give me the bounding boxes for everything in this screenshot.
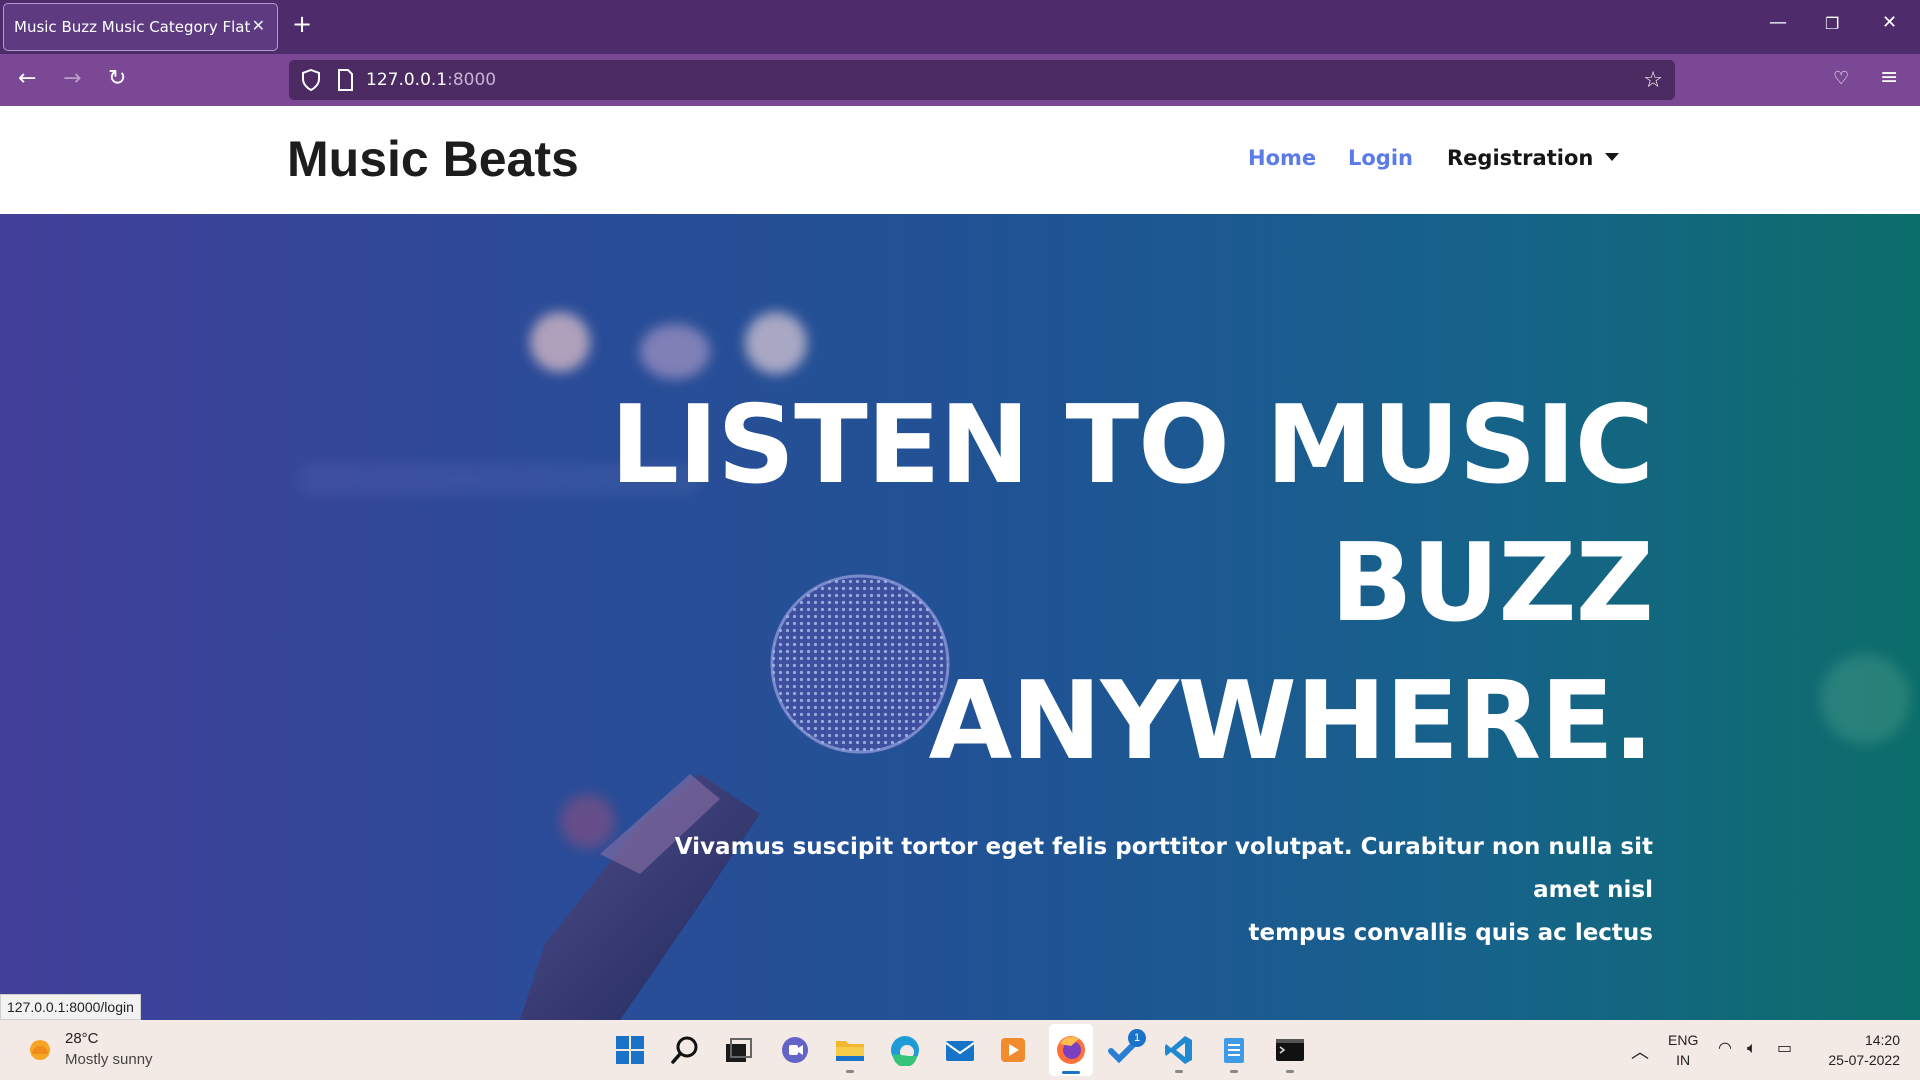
status-link-preview: 127.0.0.1:8000/login [0,994,141,1020]
close-window-icon[interactable]: ✕ [1882,12,1897,33]
edge-icon[interactable] [889,1034,921,1066]
show-hidden-icons-chevron-icon[interactable]: ︿ [1631,1038,1649,1064]
language-region: IN [1676,1052,1691,1068]
running-indicator [846,1070,854,1073]
clock-time: 14:20 [1864,1032,1900,1048]
search-icon[interactable] [670,1034,702,1066]
browser-nav-bar: ← → ↻ 127.0.0.1:8000 ☆ ♡ ≡ [0,54,1920,106]
clock[interactable]: 14:20 25-07-2022 [1810,1030,1900,1070]
mail-icon[interactable] [944,1034,976,1066]
hero-title-line: BUZZ [1330,521,1654,646]
running-indicator [1286,1070,1294,1073]
page-icon [338,69,353,91]
forward-arrow-icon[interactable]: → [63,66,81,92]
sunny-weather-icon[interactable] [26,1036,54,1064]
battery-icon[interactable]: ▭ [1777,1038,1792,1057]
weather-temperature[interactable]: 28°C [65,1030,99,1047]
shield-icon[interactable] [301,69,321,91]
bookmark-star-icon[interactable]: ☆ [1643,68,1663,93]
language-indicator[interactable]: ENG IN [1668,1030,1698,1070]
minimize-window-icon[interactable]: — [1769,12,1787,33]
active-indicator [1062,1071,1080,1074]
hero-title-line: ANYWHERE. [928,659,1654,784]
taskbar: 28°C Mostly sunny 1 ︿ ENG IN ◠ 🔈︎ ▭ 14:2… [0,1020,1920,1080]
url-text[interactable]: 127.0.0.1:8000 [366,70,496,90]
notepad-icon[interactable] [1218,1034,1250,1066]
vscode-icon[interactable] [1163,1034,1195,1066]
wifi-icon[interactable]: ◠ [1718,1038,1732,1057]
hero-subtitle-line: tempus convallis quis ac lectus [1248,920,1653,946]
start-icon[interactable] [614,1034,646,1066]
hamburger-menu-icon[interactable]: ≡ [1880,65,1898,90]
running-indicator [1230,1070,1238,1073]
chat-icon[interactable] [779,1034,811,1066]
reload-icon[interactable]: ↻ [108,66,126,92]
caret-down-icon [1605,153,1620,161]
site-header: Music Beats Home Login Registration [0,106,1920,214]
restore-window-icon[interactable]: ❐ [1825,14,1839,33]
running-indicator [1175,1070,1183,1073]
nav-login-link[interactable]: Login [1348,146,1413,170]
task-view-icon[interactable] [722,1034,754,1066]
weather-description[interactable]: Mostly sunny [65,1051,153,1068]
speaker-icon[interactable]: 🔈︎ [1747,1038,1757,1058]
terminal-icon[interactable] [1274,1034,1306,1066]
tab-close-icon[interactable]: ✕ [252,16,265,35]
back-arrow-icon[interactable]: ← [18,66,36,92]
nav-registration-dropdown[interactable]: Registration [1447,146,1620,170]
pocket-icon[interactable]: ♡ [1833,68,1849,89]
file-explorer-icon[interactable] [834,1034,866,1066]
registration-label: Registration [1447,146,1594,170]
hero-subtitle-line: Vivamus suscipit tortor eget felis portt… [674,834,1653,903]
media-player-icon[interactable] [997,1034,1029,1066]
language-code: ENG [1668,1032,1699,1048]
tab-title: Music Buzz Music Category Flat Boo [14,18,250,36]
url-host: 127.0.0.1 [366,70,448,90]
browser-tab[interactable]: Music Buzz Music Category Flat Boo ✕ [3,3,278,51]
url-port: :8000 [447,70,497,90]
notification-badge: 1 [1128,1029,1146,1047]
new-tab-button[interactable]: + [292,12,312,36]
firefox-icon[interactable] [1055,1034,1087,1066]
hero-subtitle: Vivamus suscipit tortor eget felis portt… [653,826,1653,955]
nav-home-link[interactable]: Home [1248,146,1316,170]
site-brand[interactable]: Music Beats [287,130,579,188]
hero-title: LISTEN TO MUSIC BUZZ ANYWHERE. [453,377,1654,791]
hero-title-line: LISTEN TO MUSIC [610,383,1654,508]
hero-banner: LISTEN TO MUSIC BUZZ ANYWHERE. Vivamus s… [0,214,1920,1020]
address-bar[interactable]: 127.0.0.1:8000 ☆ [289,60,1675,100]
clock-date: 25-07-2022 [1828,1052,1900,1068]
browser-tab-bar: Music Buzz Music Category Flat Boo ✕ + —… [0,0,1920,54]
